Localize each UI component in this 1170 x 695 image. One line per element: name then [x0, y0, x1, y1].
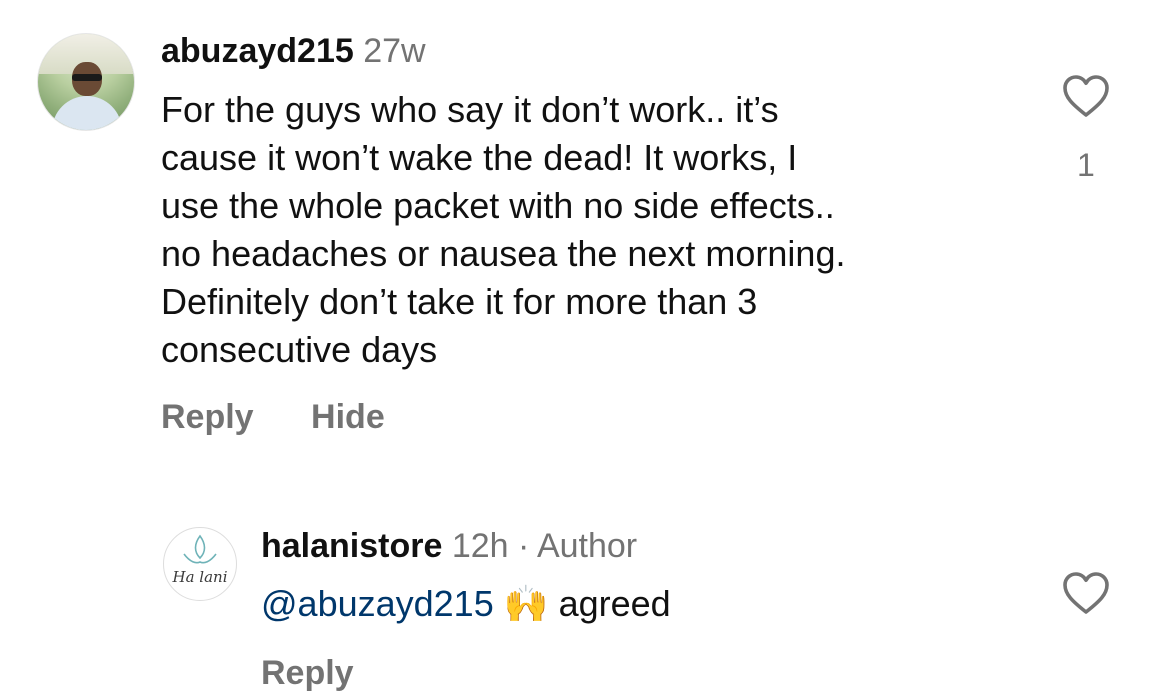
reply-body: agreed [558, 583, 671, 624]
timestamp: 27w [363, 32, 426, 70]
comment-header: abuzayd215 27w [161, 32, 426, 71]
avatar[interactable]: Ha lani [163, 527, 237, 601]
comment-line: For the guys who say it don’t work.. it’… [161, 89, 779, 130]
separator: · [518, 527, 530, 565]
logo-text: Ha lani [172, 568, 228, 586]
comment-line: Definitely don’t take it for more than 3 [161, 281, 758, 322]
reply-actions: Reply [261, 654, 402, 693]
author-badge: Author [536, 527, 638, 565]
reply-text: @abuzayd215 🙌 agreed [261, 580, 671, 629]
heart-icon[interactable] [1061, 74, 1111, 123]
heart-icon[interactable] [1061, 571, 1111, 620]
timestamp: 12h [451, 527, 509, 565]
avatar[interactable] [37, 33, 135, 131]
reply-button[interactable]: Reply [261, 654, 354, 692]
comment-text: For the guys who say it don’t work.. it’… [161, 86, 845, 374]
reply-button[interactable]: Reply [161, 398, 254, 436]
comment-line: cause it won’t wake the dead! It works, … [161, 137, 798, 178]
comment-actions: Reply Hide [161, 398, 433, 437]
reply-header: halanistore 12h · Author [261, 527, 637, 566]
lotus-logo-icon [183, 534, 217, 564]
like-count: 1 [1077, 147, 1095, 183]
comment-line: consecutive days [161, 329, 438, 370]
comment-line: use the whole packet with no side effect… [161, 185, 835, 226]
raised-hands-emoji: 🙌 [503, 584, 549, 625]
username[interactable]: halanistore [261, 527, 442, 565]
comment-line: no headaches or nausea the next morning. [161, 233, 846, 274]
username[interactable]: abuzayd215 [161, 32, 354, 70]
hide-button[interactable]: Hide [311, 398, 385, 436]
mention-link[interactable]: @abuzayd215 [261, 583, 494, 624]
